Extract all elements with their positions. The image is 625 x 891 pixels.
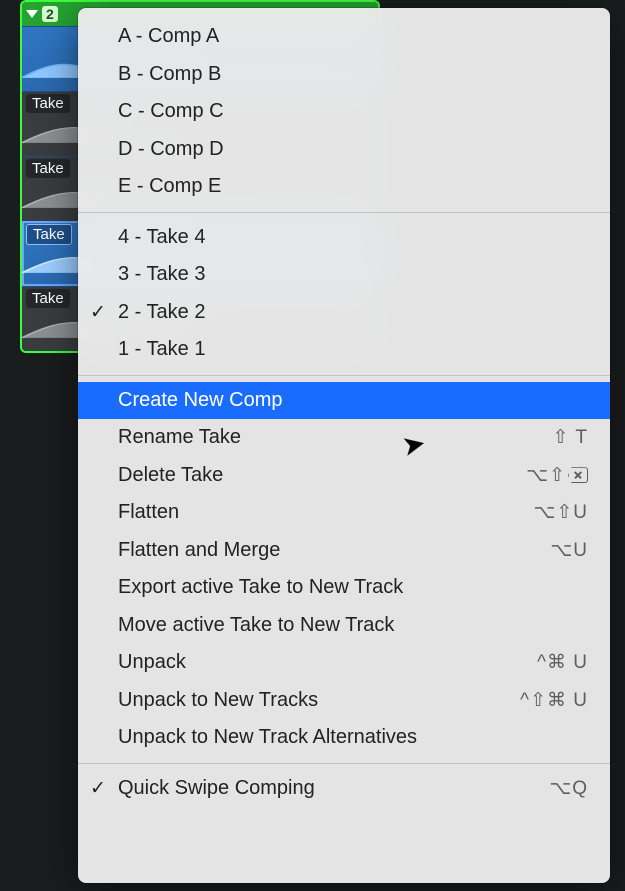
menu-item-shortcut: ⇧ T — [553, 426, 588, 449]
menu-item-label: 1 - Take 1 — [118, 338, 205, 361]
menu-item-label: A - Comp A — [118, 25, 219, 48]
menu-separator — [78, 212, 610, 213]
menu-item-label: Rename Take — [118, 426, 241, 449]
menu-item-label: 2 - Take 2 — [118, 301, 205, 324]
menu-item-label: 4 - Take 4 — [118, 226, 205, 249]
disclosure-triangle-icon[interactable] — [26, 10, 38, 18]
menu-item-label: Flatten — [118, 501, 179, 524]
menu-item-label: Flatten and Merge — [118, 539, 280, 562]
menu-item-take-3[interactable]: 3 - Take 3 — [78, 256, 610, 294]
take-lane-label: Take — [26, 94, 70, 113]
menu-item-comp-a[interactable]: A - Comp A — [78, 18, 610, 56]
menu-item-quick-swipe-comping[interactable]: ✓ Quick Swipe Comping ⌥Q — [78, 770, 610, 808]
checkmark-icon: ✓ — [90, 301, 106, 324]
menu-item-shortcut: ⌥⇧U — [533, 501, 588, 524]
menu-item-unpack-track-alternatives[interactable]: Unpack to New Track Alternatives — [78, 719, 610, 757]
menu-item-label: Unpack to New Tracks — [118, 689, 318, 712]
menu-item-shortcut: ^⇧⌘ U — [520, 689, 588, 712]
menu-item-label: C - Comp C — [118, 100, 224, 123]
menu-item-rename-take[interactable]: Rename Take ⇧ T — [78, 419, 610, 457]
menu-item-export-active-take[interactable]: Export active Take to New Track — [78, 569, 610, 607]
menu-item-shortcut: ⌥Q — [549, 777, 588, 800]
menu-item-delete-take[interactable]: Delete Take ⌥⇧ — [78, 457, 610, 495]
menu-item-flatten-and-merge[interactable]: Flatten and Merge ⌥U — [78, 532, 610, 570]
menu-item-take-1[interactable]: 1 - Take 1 — [78, 331, 610, 369]
menu-item-label: B - Comp B — [118, 63, 221, 86]
take-lane-label: Take — [26, 289, 70, 308]
checkmark-icon: ✓ — [90, 777, 106, 800]
menu-item-label: Unpack to New Track Alternatives — [118, 726, 417, 749]
menu-item-take-4[interactable]: 4 - Take 4 — [78, 219, 610, 257]
menu-item-label: Move active Take to New Track — [118, 614, 394, 637]
menu-item-comp-d[interactable]: D - Comp D — [78, 131, 610, 169]
menu-separator — [78, 375, 610, 376]
menu-item-label: Delete Take — [118, 464, 223, 487]
menu-item-label: 3 - Take 3 — [118, 263, 205, 286]
menu-item-label: D - Comp D — [118, 138, 224, 161]
delete-tag-icon — [568, 467, 588, 483]
menu-item-unpack-new-tracks[interactable]: Unpack to New Tracks ^⇧⌘ U — [78, 682, 610, 720]
menu-item-shortcut: ⌥U — [550, 539, 588, 562]
take-lane-label: Take — [26, 224, 72, 245]
menu-item-move-active-take[interactable]: Move active Take to New Track — [78, 607, 610, 645]
menu-item-comp-b[interactable]: B - Comp B — [78, 56, 610, 94]
menu-item-unpack[interactable]: Unpack ^⌘ U — [78, 644, 610, 682]
menu-item-shortcut: ⌥⇧ — [526, 464, 588, 487]
menu-item-comp-c[interactable]: C - Comp C — [78, 93, 610, 131]
menu-item-label: E - Comp E — [118, 175, 221, 198]
menu-item-flatten[interactable]: Flatten ⌥⇧U — [78, 494, 610, 532]
menu-item-label: Quick Swipe Comping — [118, 777, 315, 800]
menu-item-label: Export active Take to New Track — [118, 576, 403, 599]
menu-item-take-2[interactable]: ✓ 2 - Take 2 — [78, 294, 610, 332]
menu-item-create-new-comp[interactable]: Create New Comp — [78, 382, 610, 420]
take-lane-label: Take — [26, 159, 70, 178]
menu-item-comp-e[interactable]: E - Comp E — [78, 168, 610, 206]
take-folder-menu: A - Comp A B - Comp B C - Comp C D - Com… — [78, 8, 610, 883]
menu-item-shortcut: ^⌘ U — [537, 651, 588, 674]
menu-item-label: Create New Comp — [118, 389, 283, 412]
menu-separator — [78, 763, 610, 764]
take-folder-count-badge: 2 — [42, 6, 58, 22]
menu-item-label: Unpack — [118, 651, 186, 674]
